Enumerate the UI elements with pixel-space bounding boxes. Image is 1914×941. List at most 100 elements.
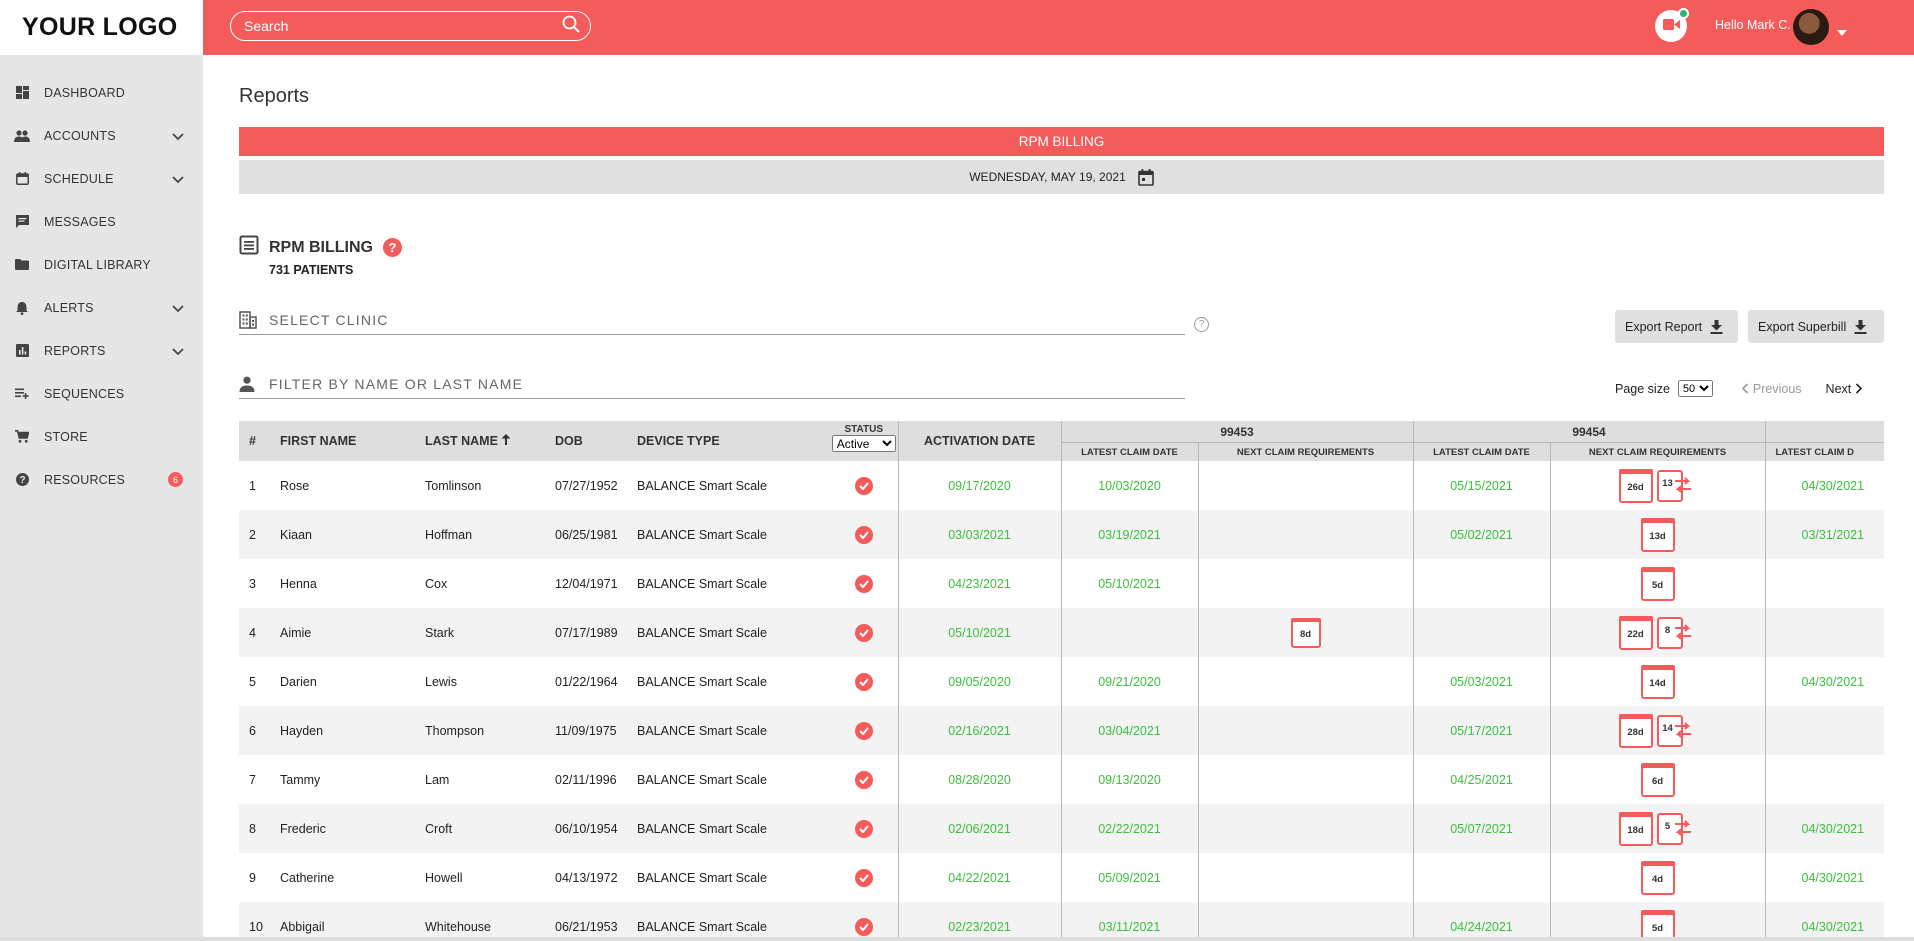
- export-superbill-button[interactable]: Export Superbill: [1748, 310, 1884, 343]
- calendar-countdown-icon[interactable]: 26d: [1618, 468, 1653, 503]
- date-selector[interactable]: WEDNESDAY, MAY 19, 2021: [239, 160, 1884, 194]
- sidebar-nav: DASHBOARD ACCOUNTS SCHEDULE MESSAGES DIG…: [0, 55, 203, 501]
- sidebar-item-messages[interactable]: MESSAGES: [0, 200, 203, 243]
- search-box[interactable]: [230, 11, 591, 41]
- first-name: Frederic: [275, 804, 420, 853]
- billing-table-container[interactable]: # FIRST NAME LAST NAME DOB DEVICE TYPE S…: [239, 421, 1884, 941]
- last-name: Hoffman: [420, 510, 555, 559]
- horizontal-scrollbar[interactable]: [0, 937, 1914, 941]
- sidebar-item-digital-library[interactable]: DIGITAL LIBRARY: [0, 243, 203, 286]
- sidebar-item-label: DIGITAL LIBRARY: [44, 257, 151, 272]
- logo[interactable]: YOUR LOGO: [22, 13, 177, 42]
- calendar-countdown-icon[interactable]: 18d: [1618, 811, 1653, 846]
- calendar-countdown-icon[interactable]: 22d: [1618, 615, 1653, 650]
- device-type: BALANCE Smart Scale: [632, 804, 830, 853]
- device-type: BALANCE Smart Scale: [632, 902, 830, 941]
- sync-readings-icon[interactable]: 8: [1656, 615, 1697, 650]
- sidebar-item-label: DASHBOARD: [44, 85, 125, 100]
- table-row[interactable]: 8 Frederic Croft 06/10/1954 BALANCE Smart Sc…: [239, 804, 1884, 853]
- calendar-countdown-icon[interactable]: 5d: [1640, 566, 1675, 601]
- help-icon[interactable]: ?: [383, 238, 402, 257]
- col-header-activation-date[interactable]: ACTIVATION DATE: [897, 421, 1061, 461]
- table-row[interactable]: 2 Kiaan Hoffman 06/25/1981 BALANCE Smart Sca…: [239, 510, 1884, 559]
- latest-claim-date-99454: [1412, 608, 1550, 657]
- name-filter[interactable]: [239, 369, 1185, 399]
- calendar-countdown-icon[interactable]: 4d: [1640, 860, 1675, 895]
- sidebar-item-alerts[interactable]: ALERTS: [0, 286, 203, 329]
- sidebar-item-dashboard[interactable]: DASHBOARD: [0, 71, 203, 114]
- days-remaining: 6d: [1640, 766, 1675, 797]
- export-report-button[interactable]: Export Report: [1615, 310, 1738, 343]
- search-icon[interactable]: [562, 15, 580, 38]
- calendar-countdown-icon[interactable]: 8d: [1290, 617, 1321, 648]
- calendar-icon: [14, 171, 30, 187]
- name-filter-input[interactable]: [269, 375, 1185, 392]
- latest-claim-date-99453: [1060, 608, 1198, 657]
- clinic-select[interactable]: [239, 305, 1185, 335]
- days-remaining: 4d: [1640, 864, 1675, 895]
- page-title: Reports: [239, 85, 310, 107]
- col-header-dob[interactable]: DOB: [555, 421, 632, 461]
- user-greeting[interactable]: Hello Mark C.: [1715, 18, 1791, 32]
- table-row[interactable]: 9 Catherine Howell 04/13/1972 BALANCE Smart …: [239, 853, 1884, 902]
- clinic-help-icon[interactable]: ?: [1194, 317, 1209, 332]
- sidebar: YOUR LOGO DASHBOARD ACCOUNTS SCHEDULE ME…: [0, 0, 203, 941]
- sidebar-item-accounts[interactable]: ACCOUNTS: [0, 114, 203, 157]
- next-claim-requirements-99454: 6d: [1549, 755, 1765, 804]
- avatar[interactable]: [1793, 9, 1829, 45]
- table-row[interactable]: 7 Tammy Lam 02/11/1996 BALANCE Smart Scale 08…: [239, 755, 1884, 804]
- first-name: Rose: [275, 461, 420, 510]
- sort-ascending-icon[interactable]: [501, 434, 511, 448]
- video-call-button[interactable]: [1655, 8, 1689, 42]
- sync-readings-icon[interactable]: 14: [1656, 713, 1697, 748]
- table-row[interactable]: 1 Rose Tomlinson 07/27/1952 BALANCE Smart Sc…: [239, 461, 1884, 510]
- sidebar-item-schedule[interactable]: SCHEDULE: [0, 157, 203, 200]
- table-row[interactable]: 6 Hayden Thompson 11/09/1975 BALANCE Smart S…: [239, 706, 1884, 755]
- col-header-status: STATUS Active: [830, 421, 898, 461]
- calendar-countdown-icon[interactable]: 14d: [1640, 664, 1675, 699]
- check-circle-icon: [854, 917, 873, 936]
- next-claim-requirements-99453: [1197, 706, 1413, 755]
- clinic-input[interactable]: [269, 311, 1185, 328]
- sidebar-item-resources[interactable]: ? RESOURCES 6: [0, 458, 203, 501]
- table-row[interactable]: 3 Henna Cox 12/04/1971 BALANCE Smart Scale 04…: [239, 559, 1884, 608]
- next-claim-requirements-99454: 5d: [1549, 902, 1765, 941]
- table-row[interactable]: 10 Abbigail Whitehouse 06/21/1953 BALANCE Sm…: [239, 902, 1884, 941]
- col-header-status-label: STATUS: [844, 424, 883, 435]
- chevron-down-icon[interactable]: [172, 343, 184, 361]
- col-header-latest-claim-date[interactable]: LATEST CLAIM D: [1764, 442, 1884, 461]
- calendar-icon[interactable]: [1137, 168, 1154, 186]
- row-number: 9: [239, 853, 275, 902]
- col-header-first-name[interactable]: FIRST NAME: [275, 421, 420, 461]
- sync-readings-icon[interactable]: 13: [1656, 468, 1697, 503]
- people-icon: [14, 128, 30, 144]
- sidebar-item-store[interactable]: STORE: [0, 415, 203, 458]
- sidebar-item-sequences[interactable]: SEQUENCES: [0, 372, 203, 415]
- calendar-countdown-icon[interactable]: 13d: [1640, 517, 1675, 552]
- calendar-countdown-icon[interactable]: 28d: [1618, 713, 1653, 748]
- table-row[interactable]: 5 Darien Lewis 01/22/1964 BALANCE Smart Scal…: [239, 657, 1884, 706]
- status-filter-select[interactable]: Active: [831, 435, 896, 452]
- col-header-last-name-label: LAST NAME: [425, 434, 498, 448]
- section-header: RPM BILLING ?: [239, 235, 402, 260]
- col-header-device-type[interactable]: DEVICE TYPE: [632, 421, 830, 461]
- chevron-down-icon[interactable]: [172, 300, 184, 318]
- sync-readings-icon[interactable]: 5: [1656, 811, 1697, 846]
- col-header-next-claim-requirements[interactable]: NEXT CLAIM REQUIREMENTS: [1549, 442, 1765, 461]
- sidebar-item-reports[interactable]: REPORTS: [0, 329, 203, 372]
- check-circle-icon: [854, 770, 873, 789]
- previous-button[interactable]: Previous: [1737, 382, 1802, 396]
- table-row[interactable]: 4 Aimie Stark 07/17/1989 BALANCE Smart Scale…: [239, 608, 1884, 657]
- chevron-down-icon[interactable]: [172, 128, 184, 146]
- next-button[interactable]: Next: [1826, 382, 1868, 396]
- calendar-countdown-icon[interactable]: 6d: [1640, 762, 1675, 797]
- col-header-latest-claim-date[interactable]: LATEST CLAIM DATE: [1060, 442, 1198, 461]
- col-header-latest-claim-date[interactable]: LATEST CLAIM DATE: [1412, 442, 1550, 461]
- chevron-down-icon[interactable]: [172, 171, 184, 189]
- page-size-select[interactable]: 50: [1677, 380, 1713, 397]
- col-header-last-name[interactable]: LAST NAME: [420, 421, 555, 461]
- caret-down-icon[interactable]: [1837, 23, 1847, 41]
- search-input[interactable]: [244, 18, 562, 34]
- days-remaining: 22d: [1618, 619, 1653, 650]
- col-header-next-claim-requirements[interactable]: NEXT CLAIM REQUIREMENTS: [1197, 442, 1413, 461]
